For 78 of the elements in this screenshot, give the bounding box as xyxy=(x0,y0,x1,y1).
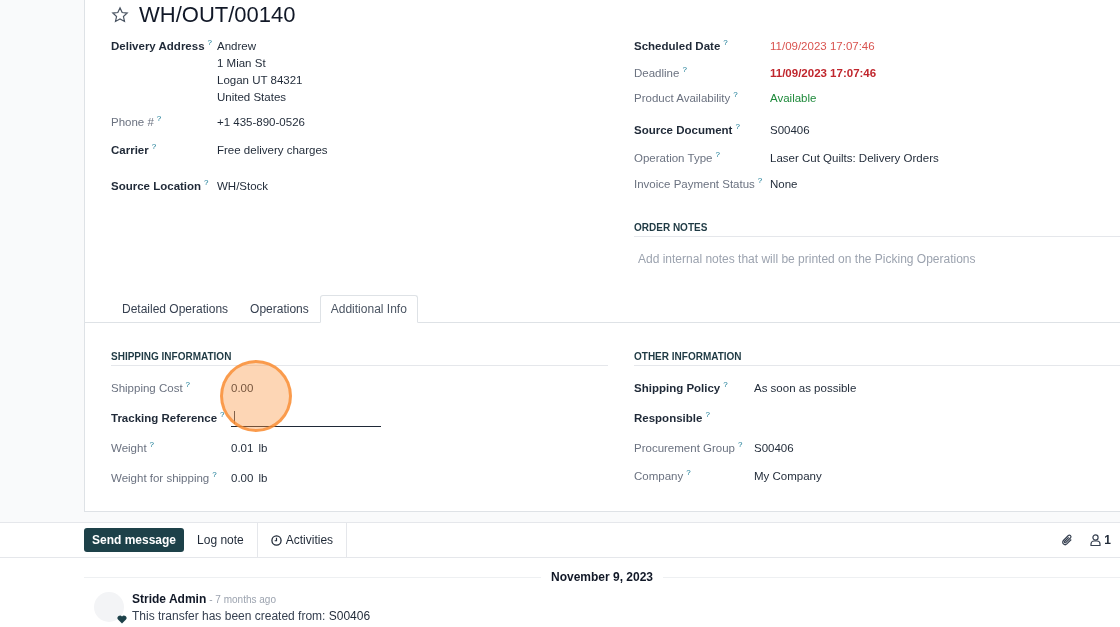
record-title: WH/OUT/00140 xyxy=(139,2,296,28)
field-value: None xyxy=(770,178,798,190)
field-value: 11/09/2023 17:07:46 xyxy=(770,40,875,52)
field-label: Phone # xyxy=(111,115,154,130)
address-line: Logan UT 84321 xyxy=(217,73,303,88)
star-icon[interactable] xyxy=(111,6,129,24)
section-heading: ORDER NOTES xyxy=(634,222,1120,237)
field-value: 11/09/2023 17:07:46 xyxy=(770,67,877,79)
field-value: Laser Cut Quilts: Delivery Orders xyxy=(770,152,939,164)
help-mark[interactable]: ? xyxy=(220,410,225,420)
field-label: Tracking Reference xyxy=(111,411,218,426)
source-link[interactable]: S00406 xyxy=(328,609,371,623)
field-value: 0.00 xyxy=(231,382,254,394)
help-mark[interactable]: ? xyxy=(151,142,157,152)
field-value: Free delivery charges xyxy=(217,144,328,156)
person-icon xyxy=(1090,534,1102,546)
address-line: United States xyxy=(217,90,287,105)
help-mark[interactable]: ? xyxy=(733,90,738,100)
field-value: 0.01 xyxy=(231,442,254,454)
field-label: Shipping Policy xyxy=(634,381,721,396)
address-line: 1 Mian St xyxy=(217,56,266,71)
tab[interactable]: Operations xyxy=(239,295,320,323)
help-mark[interactable]: ? xyxy=(207,38,212,48)
section-heading: OTHER INFORMATION xyxy=(634,351,1120,366)
field-value: As soon as possible xyxy=(754,382,857,394)
field-value: WH/Stock xyxy=(217,180,269,192)
address-line: Andrew xyxy=(217,39,256,54)
field-label: Deadline xyxy=(634,66,680,81)
section-heading: SHIPPING INFORMATION xyxy=(111,351,608,366)
heart-icon xyxy=(117,615,127,624)
help-mark[interactable]: ? xyxy=(686,468,691,478)
message-time: - 7 months ago xyxy=(209,594,276,605)
help-mark[interactable]: ? xyxy=(149,440,155,450)
field-label: Weight for shipping xyxy=(111,471,210,486)
help-mark[interactable]: ? xyxy=(682,65,687,75)
paperclip-icon[interactable] xyxy=(1061,533,1075,547)
help-mark[interactable]: ? xyxy=(723,380,728,390)
field-label: Source Location xyxy=(111,179,202,194)
help-mark[interactable]: ? xyxy=(738,440,743,450)
tab[interactable]: Additional Info xyxy=(319,295,418,323)
unit-label: lb xyxy=(258,442,268,454)
message-body: This transfer has been created from: S00406 xyxy=(132,609,371,623)
field-label: Scheduled Date xyxy=(634,39,721,54)
field-label: Procurement Group xyxy=(634,441,735,456)
field-label: Carrier xyxy=(111,143,149,158)
help-mark[interactable]: ? xyxy=(204,178,209,188)
date-separator: November 9, 2023 xyxy=(549,570,655,584)
field-label: Invoice Payment Status xyxy=(634,177,755,192)
help-mark[interactable]: ? xyxy=(705,410,710,420)
field-value: +1 435-890-0526 xyxy=(217,116,305,128)
activities-button[interactable]: Activities xyxy=(256,523,348,557)
unit-label: lb xyxy=(258,472,268,484)
help-mark[interactable]: ? xyxy=(723,38,728,48)
send-message-button[interactable]: Send message xyxy=(84,528,185,552)
help-mark[interactable]: ? xyxy=(185,380,191,390)
followers-button[interactable]: 1 xyxy=(1090,533,1111,547)
field-value: S00406 xyxy=(754,442,794,454)
help-mark[interactable]: ? xyxy=(212,470,217,480)
tab[interactable]: Detailed Operations xyxy=(111,295,240,323)
help-mark[interactable]: ? xyxy=(156,114,162,124)
clock-icon xyxy=(270,534,282,546)
field-value: Available xyxy=(770,92,817,104)
field-value: S00406 xyxy=(770,124,810,136)
field-value: My Company xyxy=(754,470,822,482)
field-label: Responsible xyxy=(634,411,703,426)
field-value: 0.00 xyxy=(231,472,254,484)
field-label: Delivery Address xyxy=(111,39,205,54)
field-label: Company xyxy=(634,469,684,484)
tracking-reference-field[interactable] xyxy=(231,408,381,427)
author-name[interactable]: Stride Admin xyxy=(132,592,207,606)
field-label: Shipping Cost xyxy=(111,381,183,396)
field-label: Weight xyxy=(111,441,147,456)
field-label: Operation Type xyxy=(634,151,713,166)
help-mark[interactable]: ? xyxy=(735,122,740,132)
help-mark[interactable]: ? xyxy=(757,176,763,186)
field-label: Source Document xyxy=(634,123,733,138)
help-mark[interactable]: ? xyxy=(715,150,720,160)
field-label: Product Availability xyxy=(634,91,731,106)
